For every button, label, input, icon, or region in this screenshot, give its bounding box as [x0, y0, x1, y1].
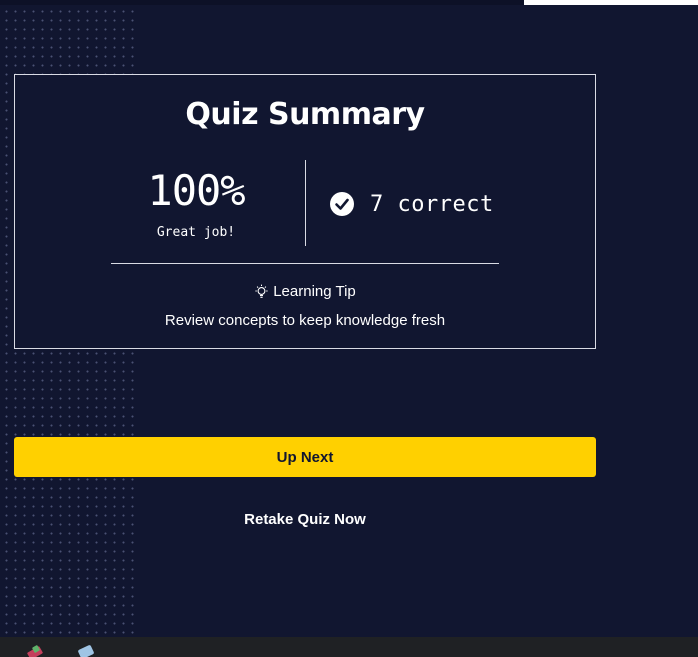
paint-app-icon[interactable] [26, 643, 46, 657]
card-title: Quiz Summary [185, 97, 425, 132]
taskbar [0, 637, 698, 657]
learning-tip-heading: Learning Tip [15, 283, 595, 300]
correct-count: 7 correct [330, 189, 494, 219]
score-percent: 100% [147, 166, 245, 215]
learning-tip-text: Review concepts to keep knowledge fresh [164, 312, 446, 329]
summary-card: Quiz Summary 100% Great job! 7 correct L… [14, 74, 596, 349]
up-next-button[interactable]: Up Next [14, 437, 596, 477]
lightbulb-icon [254, 284, 269, 299]
score-block: 100% Great job! [111, 166, 281, 241]
vertical-divider [305, 160, 306, 246]
horizontal-divider [111, 263, 499, 264]
score-message: Great job! [156, 225, 236, 240]
top-white-bar [524, 0, 698, 5]
check-circle-icon [330, 192, 354, 216]
eraser-app-icon[interactable] [76, 643, 96, 657]
correct-text: 7 correct [370, 191, 494, 217]
quiz-summary-page: Quiz Summary 100% Great job! 7 correct L… [0, 0, 698, 657]
retake-quiz-link[interactable]: Retake Quiz Now [14, 511, 596, 528]
learning-tip-label: Learning Tip [273, 283, 356, 300]
